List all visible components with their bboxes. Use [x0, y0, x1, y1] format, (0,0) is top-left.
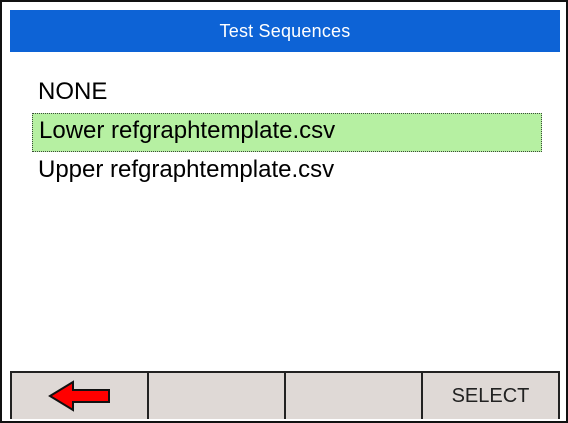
sequence-item-upper-refgraphtemplate[interactable]: Upper refgraphtemplate.csv	[32, 152, 542, 191]
softkey-3[interactable]	[284, 373, 421, 419]
select-softkey-label: SELECT	[451, 384, 530, 407]
left-arrow-icon	[47, 380, 110, 412]
screen-title-text: Test Sequences	[219, 20, 351, 41]
test-sequence-list: NONE Lower refgraphtemplate.csv Upper re…	[32, 74, 542, 191]
softkey-bar: SELECT	[10, 371, 560, 419]
sequence-item-label: Lower refgraphtemplate.csv	[39, 117, 336, 144]
select-softkey[interactable]: SELECT	[421, 373, 560, 419]
sequence-item-none[interactable]: NONE	[32, 74, 542, 113]
screen-title: Test Sequences	[10, 10, 560, 52]
sequence-item-lower-refgraphtemplate[interactable]: Lower refgraphtemplate.csv	[32, 113, 542, 152]
softkey-2[interactable]	[147, 373, 284, 419]
test-sequences-screen: Test Sequences NONE Lower refgraphtempla…	[0, 0, 568, 423]
sequence-item-label: NONE	[38, 78, 108, 105]
sequence-item-label: Upper refgraphtemplate.csv	[38, 156, 335, 183]
back-softkey[interactable]	[10, 373, 147, 419]
